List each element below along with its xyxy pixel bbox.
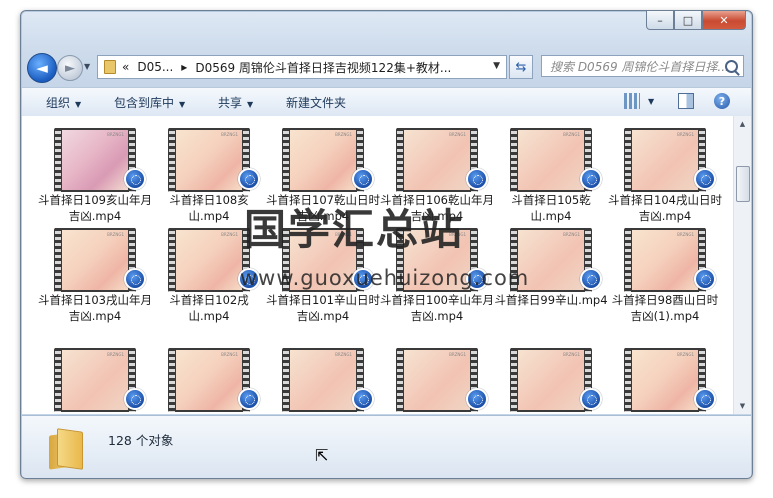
file-name: 斗首择日93庚山. bbox=[494, 412, 608, 414]
media-player-icon bbox=[466, 168, 488, 190]
watermark-text: 国学汇总站 bbox=[244, 205, 465, 254]
media-player-icon bbox=[238, 388, 260, 410]
address-dropdown-icon[interactable]: ▼ bbox=[493, 61, 500, 71]
file-name: 斗首择日104戌山日时吉凶.mp4 bbox=[608, 193, 722, 223]
new-folder-button[interactable]: 新建文件夹 bbox=[286, 94, 346, 111]
media-player-icon bbox=[352, 388, 374, 410]
include-in-library-label: 包含到库中 bbox=[114, 96, 175, 110]
media-player-icon bbox=[124, 388, 146, 410]
media-player-icon bbox=[580, 268, 602, 290]
chevron-down-icon: ▼ bbox=[75, 100, 82, 109]
file-name: 斗首择日98酉山日时吉凶(1).mp4 bbox=[611, 293, 719, 323]
media-player-icon bbox=[694, 268, 716, 290]
watermark-url: www.guoxuehuizong.com bbox=[240, 266, 530, 290]
media-player-icon bbox=[124, 168, 146, 190]
file-name: 斗首择日94庚山 bbox=[380, 412, 494, 414]
organize-label: 组织 bbox=[46, 96, 71, 110]
refresh-icon: ⇆ bbox=[515, 59, 527, 75]
file-name: 斗首择日101辛山日时吉凶.mp4 bbox=[266, 293, 380, 323]
media-player-icon bbox=[466, 388, 488, 410]
view-options-dropdown[interactable]: ▼ bbox=[648, 97, 654, 106]
breadcrumb-current[interactable]: D0569 周锦伦斗首择日择吉视频122集+教材... bbox=[195, 59, 451, 76]
share-label: 共享 bbox=[218, 96, 243, 110]
folder-icon bbox=[49, 428, 85, 470]
file-name: 斗首择日102戌山.mp4 bbox=[169, 293, 249, 323]
search-icon[interactable] bbox=[725, 60, 738, 73]
file-name: 斗首择日95庚山 bbox=[266, 412, 380, 414]
media-player-icon bbox=[580, 388, 602, 410]
file-name: 斗首择日96酉山. bbox=[152, 412, 266, 414]
navigation-bar: ◄ ► ▼ « D05... ▸ D0569 周锦伦斗首择日择吉视频122集+教… bbox=[27, 53, 746, 83]
search-placeholder: 搜索 D0569 周锦伦斗首择日择... bbox=[550, 59, 729, 74]
recent-pages-dropdown[interactable]: ▼ bbox=[84, 62, 90, 71]
file-name: 斗首择日105乾山.mp4 bbox=[511, 193, 591, 223]
file-list[interactable]: BRZNG1 斗首择日109亥山年月吉凶.mp4 BRZNG1 斗首择日108亥山.m… bbox=[22, 116, 734, 414]
scroll-down-icon[interactable]: ▼ bbox=[734, 398, 751, 414]
file-name: 斗首择日97酉山 bbox=[38, 412, 152, 414]
organize-menu[interactable]: 组织 ▼ bbox=[46, 94, 81, 111]
details-pane: 128 个对象 bbox=[22, 415, 751, 478]
search-input[interactable]: 搜索 D0569 周锦伦斗首择日择... bbox=[541, 55, 744, 77]
media-player-icon bbox=[694, 168, 716, 190]
folder-icon bbox=[104, 60, 116, 74]
forward-button[interactable]: ► bbox=[57, 55, 83, 81]
file-name: 斗首择日100辛山年月吉凶.mp4 bbox=[380, 293, 494, 323]
breadcrumb-overflow[interactable]: « bbox=[122, 60, 129, 74]
file-name: 斗首择日103戌山年月吉凶.mp4 bbox=[38, 293, 152, 323]
caption-buttons: – □ ✕ bbox=[646, 11, 746, 30]
refresh-button[interactable]: ⇆ bbox=[509, 55, 533, 79]
file-name: 斗首择日92申山 bbox=[608, 412, 722, 414]
command-bar: 组织 ▼ 包含到库中 ▼ 共享 ▼ 新建文件夹 ▼ ? bbox=[22, 87, 751, 117]
back-button[interactable]: ◄ bbox=[27, 53, 57, 83]
scroll-up-icon[interactable]: ▲ bbox=[734, 116, 751, 132]
view-options-icon[interactable] bbox=[624, 93, 640, 109]
close-button[interactable]: ✕ bbox=[702, 11, 746, 30]
file-name: 斗首择日99辛山.mp4 bbox=[494, 293, 608, 307]
address-bar[interactable]: « D05... ▸ D0569 周锦伦斗首择日择吉视频122集+教材... ▼ bbox=[97, 55, 507, 79]
scroll-thumb[interactable] bbox=[736, 166, 750, 202]
vertical-scrollbar[interactable]: ▲ ▼ bbox=[733, 116, 751, 414]
mouse-cursor-icon: ⇱ bbox=[315, 446, 329, 465]
forward-arrow-icon: ► bbox=[65, 60, 75, 76]
minimize-button[interactable]: – bbox=[646, 11, 674, 30]
breadcrumb-separator[interactable]: ▸ bbox=[181, 60, 187, 74]
file-name: 斗首择日109亥山年月吉凶.mp4 bbox=[38, 193, 152, 223]
media-player-icon bbox=[352, 168, 374, 190]
back-arrow-icon: ◄ bbox=[36, 59, 48, 77]
media-player-icon bbox=[238, 168, 260, 190]
preview-pane-icon[interactable] bbox=[678, 93, 694, 109]
maximize-button[interactable]: □ bbox=[674, 11, 702, 30]
include-in-library-menu[interactable]: 包含到库中 ▼ bbox=[114, 94, 185, 111]
media-player-icon bbox=[694, 388, 716, 410]
media-player-icon bbox=[580, 168, 602, 190]
help-icon[interactable]: ? bbox=[714, 93, 730, 109]
chevron-down-icon: ▼ bbox=[247, 100, 254, 109]
breadcrumb-parent[interactable]: D05... bbox=[137, 60, 173, 74]
media-player-icon bbox=[124, 268, 146, 290]
item-count: 128 个对象 bbox=[108, 433, 174, 448]
chevron-down-icon: ▼ bbox=[179, 100, 186, 109]
share-menu[interactable]: 共享 ▼ bbox=[218, 94, 253, 111]
